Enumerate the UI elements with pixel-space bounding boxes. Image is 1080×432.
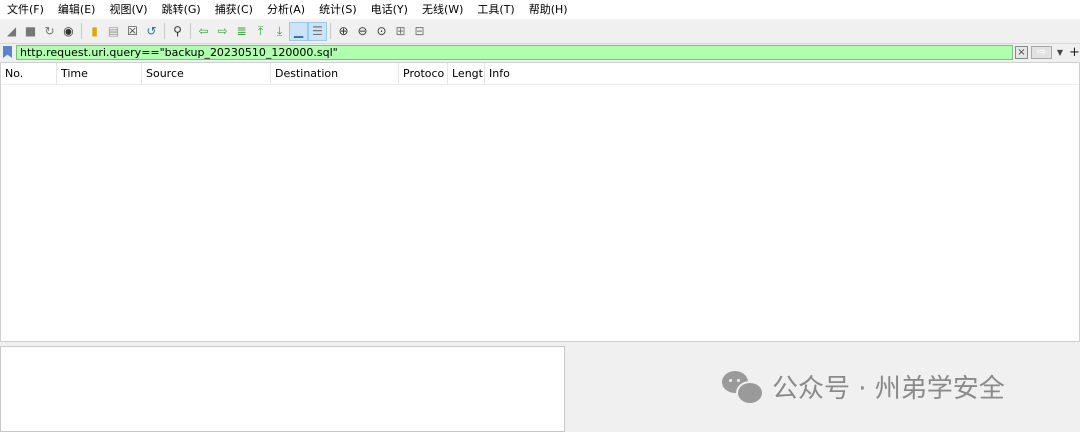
menu-item[interactable]: 工具(T) [470, 0, 521, 19]
display-filter-bar: http.request.uri.query=="backup_20230510… [0, 43, 1080, 63]
main-toolbar: ◢ ■ ↻ ◉ ▮ ▤ ☒ ↺ ⚲ ⇦ ⇨ ≣ ⤒ ⤓ ▁ ☰ ⊕ ⊖ ⊙ ⊞ ⊟ [0, 19, 1080, 43]
resize-columns-icon[interactable]: ⊞ [391, 22, 410, 41]
menu-bar: 文件(F) 编辑(E) 视图(V) 跳转(G) 捕获(C) 分析(A) 统计(S) 电话(Y)… [0, 0, 1080, 19]
layout-icon[interactable]: ⊟ [410, 22, 429, 41]
menu-item[interactable]: 视图(V) [102, 0, 154, 19]
go-forward-icon[interactable]: ⇨ [213, 22, 232, 41]
restart-capture-icon[interactable]: ↻ [40, 22, 59, 41]
menu-item[interactable]: 编辑(E) [51, 0, 103, 19]
stop-capture-icon[interactable]: ■ [21, 22, 40, 41]
apply-filter-icon[interactable]: ⇨ [1031, 46, 1052, 59]
watermark: 公众号 · 州弟学安全 [722, 368, 1005, 405]
capture-options-icon[interactable]: ◉ [59, 22, 78, 41]
menu-item[interactable]: 统计(S) [312, 0, 364, 19]
open-file-icon[interactable]: ▮ [85, 22, 104, 41]
column-header-info[interactable]: Info [485, 63, 1079, 84]
find-packet-icon[interactable]: ⚲ [168, 22, 187, 41]
packet-list[interactable]: No. Time Source Destination Protoco Leng… [0, 62, 1080, 342]
menu-item[interactable]: 帮助(H) [522, 0, 575, 19]
menu-item[interactable]: 跳转(G) [155, 0, 208, 19]
toolbar-separator [164, 23, 165, 39]
toolbar-separator [330, 23, 331, 39]
display-filter-input[interactable]: http.request.uri.query=="backup_20230510… [16, 45, 1013, 60]
zoom-in-icon[interactable]: ⊕ [334, 22, 353, 41]
column-header-source[interactable]: Source [142, 63, 271, 84]
menu-item[interactable]: 分析(A) [260, 0, 312, 19]
packet-details-pane[interactable] [0, 346, 565, 432]
go-back-icon[interactable]: ⇦ [194, 22, 213, 41]
last-packet-icon[interactable]: ⤓ [270, 22, 289, 41]
column-header-length[interactable]: Lengt [448, 63, 485, 84]
colorize-icon[interactable]: ☰ [308, 21, 327, 41]
column-header-time[interactable]: Time [57, 63, 142, 84]
normal-size-icon[interactable]: ⊙ [372, 22, 391, 41]
start-capture-icon[interactable]: ◢ [2, 22, 21, 41]
auto-scroll-icon[interactable]: ▁ [289, 21, 308, 41]
save-file-icon[interactable]: ▤ [104, 22, 123, 41]
column-header-protocol[interactable]: Protoco [399, 63, 448, 84]
packet-list-header: No. Time Source Destination Protoco Leng… [1, 63, 1079, 85]
menu-item[interactable]: 无线(W) [415, 0, 470, 19]
zoom-out-icon[interactable]: ⊖ [353, 22, 372, 41]
toolbar-separator [81, 23, 82, 39]
column-header-no[interactable]: No. [1, 63, 57, 84]
menu-item[interactable]: 文件(F) [0, 0, 51, 19]
menu-item[interactable]: 捕获(C) [208, 0, 260, 19]
go-to-packet-icon[interactable]: ≣ [232, 22, 251, 41]
close-file-icon[interactable]: ☒ [123, 22, 142, 41]
column-header-destination[interactable]: Destination [271, 63, 399, 84]
toolbar-separator [190, 23, 191, 39]
menu-item[interactable]: 电话(Y) [364, 0, 415, 19]
first-packet-icon[interactable]: ⤒ [251, 22, 270, 41]
filter-bookmark-icon[interactable] [3, 46, 12, 58]
wechat-logo-icon [722, 369, 764, 405]
clear-filter-icon[interactable]: × [1015, 46, 1028, 59]
watermark-text: 公众号 · 州弟学安全 [772, 373, 1005, 404]
reload-icon[interactable]: ↺ [142, 22, 161, 41]
chevron-down-icon[interactable]: ▼ [1054, 46, 1066, 59]
add-filter-button-icon[interactable]: + [1069, 44, 1080, 61]
